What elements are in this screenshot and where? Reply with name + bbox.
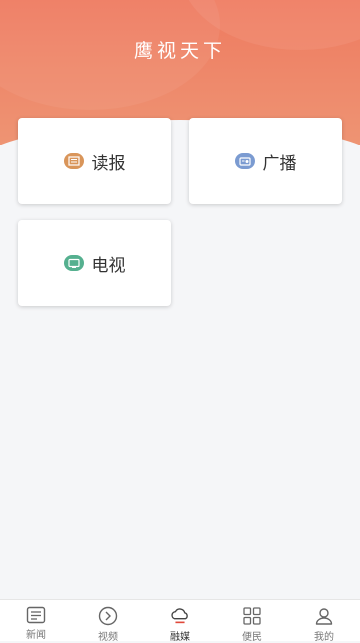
card-label: 广播 xyxy=(262,153,297,174)
tab-media[interactable]: 融媒 xyxy=(144,600,216,643)
cloud-icon xyxy=(170,606,190,626)
grid-icon xyxy=(242,606,262,626)
bottom-tab-bar: 新闻 视频 融媒 便民 我的 xyxy=(0,599,360,643)
card-radio[interactable]: 广播 xyxy=(189,118,342,204)
card-newspaper[interactable]: 读报 xyxy=(18,118,171,204)
card-tv[interactable]: 电视 xyxy=(18,220,171,306)
tab-label: 视频 xyxy=(98,632,118,643)
tab-label: 融媒 xyxy=(170,632,190,643)
radio-icon xyxy=(234,153,255,169)
tab-news[interactable]: 新闻 xyxy=(0,600,72,641)
page-title: 鹰视天下 xyxy=(133,40,226,62)
tab-label: 我的 xyxy=(314,632,334,643)
newspaper-icon xyxy=(63,153,84,169)
tab-services[interactable]: 便民 xyxy=(216,600,288,643)
card-label: 读报 xyxy=(91,153,126,174)
tab-label: 便民 xyxy=(242,632,262,643)
tab-profile[interactable]: 我的 xyxy=(288,600,360,643)
tab-video[interactable]: 视频 xyxy=(72,600,144,643)
news-icon xyxy=(26,606,46,624)
user-icon xyxy=(314,606,334,626)
tv-icon xyxy=(63,255,84,271)
card-label: 电视 xyxy=(91,255,126,276)
tab-label: 新闻 xyxy=(26,630,46,641)
play-circle-icon xyxy=(98,606,118,626)
